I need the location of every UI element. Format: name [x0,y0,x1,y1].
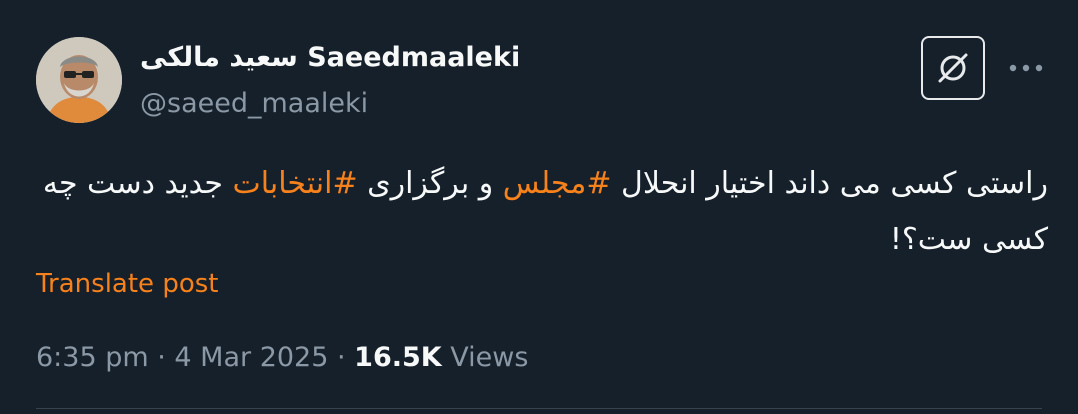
meta-separator: · [328,342,355,373]
grok-slash-icon [938,53,968,83]
hashtag-link[interactable]: #مجلس [503,166,612,201]
ellipsis-icon [1009,64,1043,72]
views-label: Views [441,342,529,373]
translate-post-link[interactable]: Translate post [36,266,218,302]
views-count: 16.5K [354,342,442,373]
author-handle[interactable]: @saeed_maaleki [140,86,368,122]
post-text-part: و برگزاری [357,166,503,201]
author-name-row[interactable]: سعید مالکی Saeedmaaleki [140,40,520,76]
meta-separator: · [148,342,175,373]
divider [36,408,1042,409]
post-text-part: راستی کسی می داند اختیار انحلال [611,166,1048,201]
post-meta: 6:35 pm · 4 Mar 2025 · 16.5K Views [36,338,528,378]
author-display-name[interactable]: سعید مالکی Saeedmaaleki [140,40,520,76]
grok-button[interactable] [921,36,985,100]
avatar-image [36,37,122,123]
avatar[interactable] [36,37,122,123]
more-options-button[interactable] [1006,54,1046,82]
post-time[interactable]: 6:35 pm [36,342,149,373]
post-date[interactable]: 4 Mar 2025 [174,342,328,373]
hashtag-link[interactable]: #انتخابات [232,166,357,201]
post-text: راستی کسی می داند اختیار انحلال #مجلس و … [36,156,1048,268]
